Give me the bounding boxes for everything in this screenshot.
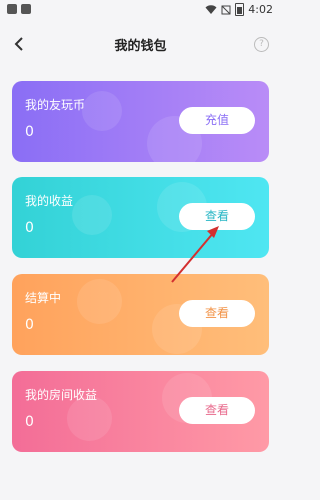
sim-icon (221, 5, 231, 14)
nav-bar: 我的钱包 ? (0, 25, 281, 65)
card-value: 0 (25, 124, 34, 140)
status-time: 4:02 (248, 3, 273, 16)
card-label: 我的收益 (25, 194, 74, 208)
notification-icon (7, 4, 17, 14)
battery-icon (235, 3, 245, 16)
wallet-card-room-earnings: 我的房间收益 0 查看 (12, 371, 269, 452)
page-title: 我的钱包 (114, 39, 167, 54)
wallet-card-coins: 我的友玩币 0 充值 (12, 81, 269, 162)
help-icon[interactable]: ? (254, 37, 269, 52)
card-label: 我的房间收益 (25, 388, 98, 402)
recharge-button[interactable]: 充值 (179, 107, 255, 134)
decor-circle (82, 91, 122, 131)
status-right: 4:02 (205, 3, 273, 16)
card-label: 我的友玩币 (25, 98, 86, 112)
card-value: 0 (25, 317, 34, 333)
view-earnings-button[interactable]: 查看 (179, 203, 255, 230)
card-value: 0 (25, 220, 34, 236)
notification-icon (21, 4, 31, 14)
wallet-card-settling: 结算中 0 查看 (12, 274, 269, 355)
decor-circle (77, 279, 122, 324)
card-label: 结算中 (25, 291, 62, 305)
view-settling-button[interactable]: 查看 (179, 300, 255, 327)
card-value: 0 (25, 414, 34, 430)
wifi-icon (205, 4, 217, 14)
view-room-earnings-button[interactable]: 查看 (179, 397, 255, 424)
wallet-card-earnings: 我的收益 0 查看 (12, 177, 269, 258)
status-bar: 4:02 (0, 0, 281, 20)
decor-circle (72, 195, 112, 235)
